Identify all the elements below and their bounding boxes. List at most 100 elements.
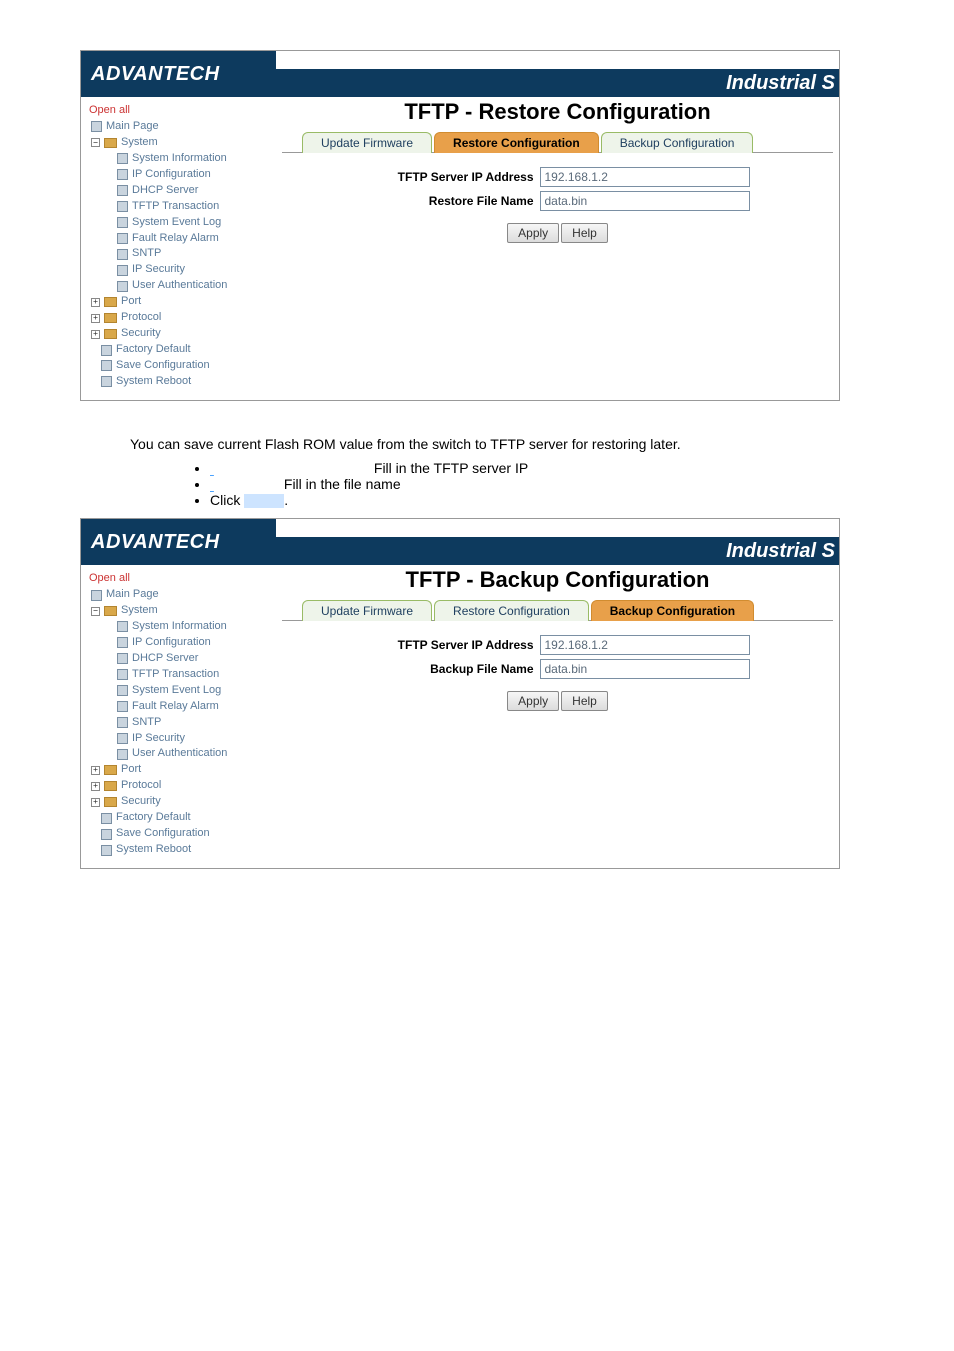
nav-system-information[interactable]: System Information <box>89 151 272 167</box>
nav-dhcp-server[interactable]: DHCP Server <box>89 183 272 199</box>
apply-button[interactable]: Apply <box>507 691 559 711</box>
nav-system-reboot[interactable]: System Reboot <box>89 374 272 390</box>
highlighted-placeholder <box>244 494 284 508</box>
nav-main-page[interactable]: Main Page <box>89 119 272 135</box>
nav-ip-configuration[interactable]: IP Configuration <box>89 635 272 651</box>
nav-system-reboot[interactable]: System Reboot <box>89 842 272 858</box>
folder-icon <box>104 138 117 148</box>
product-line: Industrial S <box>276 537 839 565</box>
nav-factory-default[interactable]: Factory Default <box>89 342 272 358</box>
tab-update-firmware[interactable]: Update Firmware <box>302 132 432 153</box>
doc-icon <box>117 701 128 712</box>
nav-main-page[interactable]: Main Page <box>89 587 272 603</box>
input-restore-file[interactable] <box>540 191 750 211</box>
doc-icon <box>117 717 128 728</box>
nav-tftp-transaction[interactable]: TFTP Transaction <box>89 199 272 215</box>
doc-bullets: Fill in the TFTP server IP Fill in the f… <box>170 460 894 508</box>
tab-restore-configuration[interactable]: Restore Configuration <box>434 600 589 621</box>
expand-icon[interactable]: + <box>91 766 100 775</box>
doc-icon <box>117 233 128 244</box>
doc-icon <box>101 360 112 371</box>
doc-icon <box>117 281 128 292</box>
expand-icon[interactable]: + <box>91 298 100 307</box>
nav-security[interactable]: +Security <box>89 794 272 810</box>
nav-save-configuration[interactable]: Save Configuration <box>89 358 272 374</box>
nav-sntp[interactable]: SNTP <box>89 246 272 262</box>
doc-icon <box>101 813 112 824</box>
nav-security[interactable]: +Security <box>89 326 272 342</box>
nav-factory-default[interactable]: Factory Default <box>89 810 272 826</box>
app-window-backup: ADVANTECH Industrial S Open all Main Pag… <box>80 518 840 869</box>
nav-fault-relay-alarm[interactable]: Fault Relay Alarm <box>89 231 272 247</box>
sidebar: Open all Main Page −System System Inform… <box>81 565 276 868</box>
tab-backup-configuration[interactable]: Backup Configuration <box>601 132 754 153</box>
label-tftp-ip: TFTP Server IP Address <box>366 638 536 652</box>
folder-icon <box>104 329 117 339</box>
nav-port[interactable]: +Port <box>89 294 272 310</box>
apply-button[interactable]: Apply <box>507 223 559 243</box>
nav-system[interactable]: −System <box>89 135 272 151</box>
nav-user-authentication[interactable]: User Authentication <box>89 746 272 762</box>
header-right: Industrial S <box>276 51 839 97</box>
nav-protocol[interactable]: +Protocol <box>89 310 272 326</box>
nav-port[interactable]: +Port <box>89 762 272 778</box>
doc-icon <box>117 169 128 180</box>
doc-icon <box>117 621 128 632</box>
doc-icon <box>91 121 102 132</box>
expand-icon[interactable]: + <box>91 314 100 323</box>
doc-icon <box>117 217 128 228</box>
expand-icon[interactable]: + <box>91 782 100 791</box>
form-restore: TFTP Server IP Address Restore File Name… <box>282 167 833 243</box>
nav-ip-security[interactable]: IP Security <box>89 262 272 278</box>
input-tftp-ip[interactable] <box>540 635 750 655</box>
brand-logo: ADVANTECH <box>81 51 276 97</box>
doc-icon <box>117 201 128 212</box>
open-all-link[interactable]: Open all <box>89 571 272 587</box>
doc-icon <box>117 153 128 164</box>
nav-system[interactable]: −System <box>89 603 272 619</box>
nav-sntp[interactable]: SNTP <box>89 715 272 731</box>
nav-ip-configuration[interactable]: IP Configuration <box>89 167 272 183</box>
expand-icon[interactable]: + <box>91 798 100 807</box>
folder-icon <box>104 797 117 807</box>
folder-icon <box>104 781 117 791</box>
doc-icon <box>117 685 128 696</box>
doc-icon <box>117 265 128 276</box>
tab-restore-configuration[interactable]: Restore Configuration <box>434 132 599 153</box>
folder-icon <box>104 297 117 307</box>
nav-fault-relay-alarm[interactable]: Fault Relay Alarm <box>89 699 272 715</box>
form-backup: TFTP Server IP Address Backup File Name … <box>282 635 833 711</box>
help-button[interactable]: Help <box>561 223 608 243</box>
collapse-icon[interactable]: − <box>91 138 100 147</box>
nav-save-configuration[interactable]: Save Configuration <box>89 826 272 842</box>
nav-system-event-log[interactable]: System Event Log <box>89 215 272 231</box>
open-all-link[interactable]: Open all <box>89 103 272 119</box>
expand-icon[interactable]: + <box>91 330 100 339</box>
doc-icon <box>101 345 112 356</box>
nav-ip-security[interactable]: IP Security <box>89 731 272 747</box>
sidebar: Open all Main Page −System System Inform… <box>81 97 276 400</box>
nav-user-authentication[interactable]: User Authentication <box>89 278 272 294</box>
main-restore: TFTP - Restore Configuration Update Firm… <box>276 97 839 400</box>
header-bar: ADVANTECH Industrial S <box>81 51 839 97</box>
nav-tftp-transaction[interactable]: TFTP Transaction <box>89 667 272 683</box>
input-backup-file[interactable] <box>540 659 750 679</box>
help-button[interactable]: Help <box>561 691 608 711</box>
doc-icon <box>117 249 128 260</box>
tab-backup-configuration[interactable]: Backup Configuration <box>591 600 754 621</box>
product-line: Industrial S <box>276 69 839 97</box>
input-tftp-ip[interactable] <box>540 167 750 187</box>
doc-icon <box>101 845 112 856</box>
collapse-icon[interactable]: − <box>91 607 100 616</box>
doc-intro: You can save current Flash ROM value fro… <box>130 436 894 452</box>
folder-icon <box>104 313 117 323</box>
folder-icon <box>104 765 117 775</box>
page-title: TFTP - Restore Configuration <box>282 99 833 125</box>
tabbar: Update Firmware Restore Configuration Ba… <box>282 131 833 153</box>
nav-system-event-log[interactable]: System Event Log <box>89 683 272 699</box>
nav-dhcp-server[interactable]: DHCP Server <box>89 651 272 667</box>
tab-update-firmware[interactable]: Update Firmware <box>302 600 432 621</box>
nav-system-information[interactable]: System Information <box>89 619 272 635</box>
nav-protocol[interactable]: +Protocol <box>89 778 272 794</box>
doc-icon <box>117 669 128 680</box>
